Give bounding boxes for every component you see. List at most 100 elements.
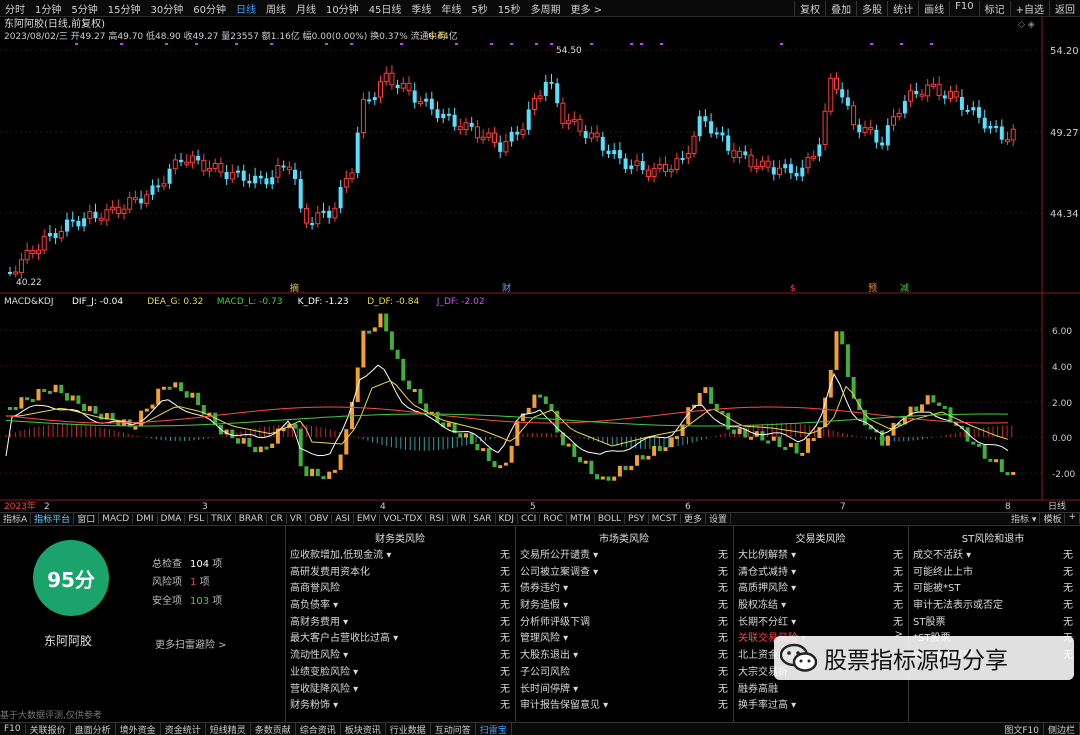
risk-item[interactable]: 子公司风险 无 bbox=[520, 663, 728, 680]
bottom-tab-7[interactable]: 综合资讯 bbox=[296, 723, 341, 735]
period-tab-15[interactable]: 多周期 bbox=[526, 1, 566, 16]
risk-item[interactable]: 长时间停牌 ▾ 无 bbox=[520, 680, 728, 697]
toolbar-button-3[interactable]: 统计 bbox=[887, 0, 918, 16]
period-tab-8[interactable]: 月线 bbox=[291, 1, 321, 16]
toolbar-button-7[interactable]: +自选 bbox=[1009, 0, 1049, 16]
toolbar-button-2[interactable]: 多股 bbox=[856, 0, 887, 16]
indicator-tab-24[interactable]: MCST bbox=[649, 513, 681, 524]
risk-item[interactable]: 高负债率 ▾ 无 bbox=[290, 596, 510, 613]
indicator-tab-22[interactable]: BOLL bbox=[595, 513, 626, 524]
indicator-tab-13[interactable]: EMV bbox=[354, 513, 381, 524]
indicator-tab-6[interactable]: FSL bbox=[185, 513, 209, 524]
bottom-tab-9[interactable]: 行业数据 bbox=[386, 723, 431, 735]
bottom-tab-4[interactable]: 资金统计 bbox=[161, 723, 206, 735]
indicator-tab-3[interactable]: MACD bbox=[99, 513, 134, 524]
indicator-tab-0[interactable]: 指标A bbox=[0, 513, 32, 524]
indicator-tab-18[interactable]: KDJ bbox=[496, 513, 518, 524]
bottom-right-0[interactable]: 图文F10 bbox=[1000, 723, 1044, 735]
risk-item[interactable]: 审计无法表示或否定 无 bbox=[913, 596, 1073, 613]
bottom-right-1[interactable]: 侧边栏 bbox=[1044, 723, 1080, 735]
period-tab-9[interactable]: 10分钟 bbox=[321, 1, 364, 16]
risk-item[interactable]: 流动性风险 ▾ 无 bbox=[290, 646, 510, 663]
period-tab-1[interactable]: 1分钟 bbox=[30, 1, 66, 16]
indicator-tab-19[interactable]: CCI bbox=[518, 513, 541, 524]
indicator-tab-7[interactable]: TRIX bbox=[208, 513, 236, 524]
risk-item[interactable]: 长期不分红 ▾ 无 bbox=[738, 613, 903, 630]
toolbar-button-0[interactable]: 复权 bbox=[794, 0, 825, 16]
indicator-tab-12[interactable]: ASI bbox=[332, 513, 354, 524]
more-scan-link[interactable]: 更多扫雷避险 > bbox=[155, 636, 227, 651]
period-tab-0[interactable]: 分时 bbox=[0, 1, 30, 16]
indicator-tab-9[interactable]: CR bbox=[267, 513, 287, 524]
risk-item[interactable]: 高商誉风险 无 bbox=[290, 579, 510, 596]
indicator-tab-17[interactable]: SAR bbox=[470, 513, 496, 524]
indicator-tab-14[interactable]: VOL-TDX bbox=[380, 513, 427, 524]
risk-item[interactable]: 高质押风险 ▾ 无 bbox=[738, 579, 903, 596]
period-tab-12[interactable]: 年线 bbox=[436, 1, 466, 16]
indicator-tab-10[interactable]: VR bbox=[287, 513, 307, 524]
risk-item[interactable]: 股权冻结 ▾ 无 bbox=[738, 596, 903, 613]
chart-settings-icon[interactable]: ◇ ◈ bbox=[1018, 20, 1035, 30]
risk-item[interactable]: 公司被立案调查 ▾ 无 bbox=[520, 563, 728, 580]
bottom-tab-1[interactable]: 关联报价 bbox=[26, 723, 71, 735]
indicator-right-2[interactable]: + bbox=[1065, 513, 1080, 524]
period-tab-4[interactable]: 30分钟 bbox=[145, 1, 188, 16]
period-tab-16[interactable]: 更多 > bbox=[566, 1, 608, 16]
indicator-tab-5[interactable]: DMA bbox=[158, 513, 186, 524]
indicator-tab-20[interactable]: ROC bbox=[540, 513, 567, 524]
period-tab-5[interactable]: 60分钟 bbox=[188, 1, 231, 16]
risk-item[interactable]: 交易所公开谴责 ▾ 无 bbox=[520, 546, 728, 563]
indicator-tab-11[interactable]: OBV bbox=[306, 513, 333, 524]
indicator-tab-15[interactable]: RSI bbox=[426, 513, 449, 524]
toolbar-button-8[interactable]: 返回 bbox=[1049, 0, 1080, 16]
period-tab-11[interactable]: 季线 bbox=[406, 1, 436, 16]
risk-item[interactable]: 高研发费用资本化 无 bbox=[290, 563, 510, 580]
risk-item[interactable]: 可能被*ST 无 bbox=[913, 579, 1073, 596]
period-tab-14[interactable]: 15秒 bbox=[493, 1, 526, 16]
indicator-right-1[interactable]: 模板 bbox=[1040, 513, 1066, 524]
risk-item[interactable]: ST股票 无 bbox=[913, 613, 1073, 630]
indicator-tab-16[interactable]: WR bbox=[448, 513, 471, 524]
indicator-tab-4[interactable]: DMI bbox=[133, 513, 158, 524]
risk-item[interactable]: 高财务费用 ▾ 无 bbox=[290, 613, 510, 630]
period-tab-10[interactable]: 45日线 bbox=[364, 1, 407, 16]
risk-item[interactable]: 大股东退出 ▾ 无 bbox=[520, 646, 728, 663]
period-tab-6[interactable]: 日线 bbox=[231, 1, 261, 16]
bottom-tab-11[interactable]: 扫雷宝 bbox=[476, 723, 512, 735]
risk-item[interactable]: 财务造假 ▾ 无 bbox=[520, 596, 728, 613]
candlestick-chart[interactable]: 东阿阿胶(日线,前复权)2023/08/02/三 开49.27 高49.70 低… bbox=[0, 17, 1080, 295]
risk-item[interactable]: 分析师评级下调 无 bbox=[520, 613, 728, 630]
toolbar-button-5[interactable]: F10 bbox=[949, 0, 978, 16]
period-tab-13[interactable]: 5秒 bbox=[466, 1, 492, 16]
toolbar-button-6[interactable]: 标记 bbox=[978, 0, 1010, 16]
risk-item[interactable]: 业绩变脸风险 ▾ 无 bbox=[290, 663, 510, 680]
period-tab-2[interactable]: 5分钟 bbox=[66, 1, 102, 16]
risk-item[interactable]: 财务粉饰 ▾ 无 bbox=[290, 696, 510, 713]
period-tab-7[interactable]: 周线 bbox=[261, 1, 291, 16]
indicator-tab-26[interactable]: 设置 bbox=[706, 513, 731, 524]
bottom-tab-8[interactable]: 板块资讯 bbox=[341, 723, 386, 735]
risk-item[interactable]: 成交不活跃 ▾ 无 bbox=[913, 546, 1073, 563]
bottom-tab-0[interactable]: F10 bbox=[0, 724, 26, 734]
risk-item[interactable]: 融券高融 bbox=[738, 680, 903, 697]
risk-item[interactable]: 可能终止上市 无 bbox=[913, 563, 1073, 580]
risk-item[interactable]: 债券违约 ▾ 无 bbox=[520, 579, 728, 596]
indicator-tab-1[interactable]: 指标平台 bbox=[31, 513, 75, 524]
macd-kdj-chart[interactable]: MACD&KDJ DIF_J: -0.04 DEA_G: 0.32 MACD_L: -… bbox=[0, 292, 1080, 512]
period-tab-3[interactable]: 15分钟 bbox=[103, 1, 146, 16]
bottom-tab-6[interactable]: 条数贡献 bbox=[251, 723, 296, 735]
toolbar-button-1[interactable]: 叠加 bbox=[825, 0, 856, 16]
bottom-tab-3[interactable]: 境外资金 bbox=[116, 723, 161, 735]
risk-item[interactable]: 大比例解禁 ▾ 无 bbox=[738, 546, 903, 563]
risk-item[interactable]: 最大客户占营收比过高 ▾ 无 bbox=[290, 629, 510, 646]
risk-item[interactable]: 换手率过高 ▾ bbox=[738, 696, 903, 713]
bottom-tab-2[interactable]: 盘面分析 bbox=[71, 723, 116, 735]
risk-item[interactable]: 审计报告保留意见 ▾ 无 bbox=[520, 696, 728, 713]
bottom-tab-5[interactable]: 短线精灵 bbox=[206, 723, 251, 735]
indicator-tab-23[interactable]: PSY bbox=[625, 513, 649, 524]
indicator-right-0[interactable]: 指标 ▾ bbox=[1008, 513, 1041, 524]
toolbar-button-4[interactable]: 画线 bbox=[918, 0, 949, 16]
indicator-tab-21[interactable]: MTM bbox=[567, 513, 595, 524]
risk-item[interactable]: 管理风险 ▾ 无 bbox=[520, 629, 728, 646]
risk-item[interactable]: 清仓式减持 ▾ 无 bbox=[738, 563, 903, 580]
